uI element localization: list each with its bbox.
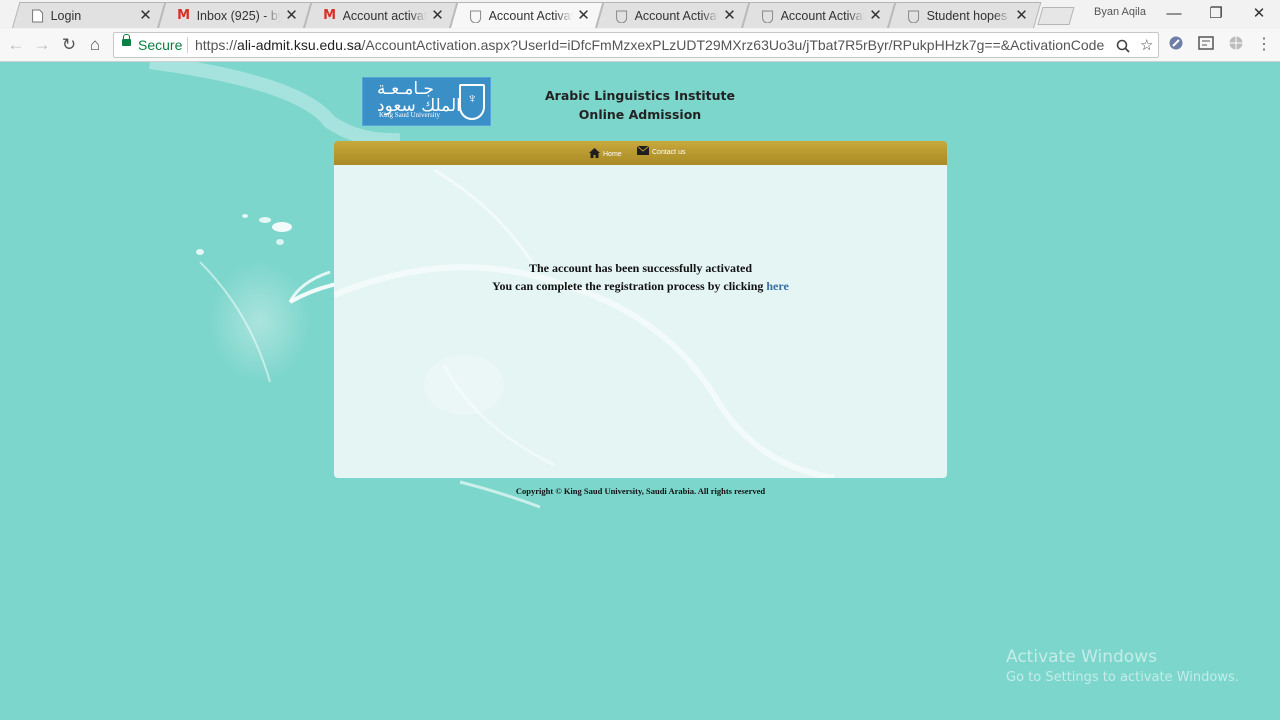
watermark-title: Activate Windows bbox=[1006, 647, 1157, 667]
tab-title: Account Activation bbox=[780, 8, 865, 23]
minimize-icon[interactable]: — bbox=[1164, 4, 1184, 24]
browser-tab-active[interactable]: Account Activation ✕ bbox=[450, 2, 604, 28]
watermark-subtitle: Go to Settings to activate Windows. bbox=[1006, 670, 1239, 685]
lock-icon bbox=[122, 34, 131, 46]
extension-icon[interactable] bbox=[1166, 35, 1186, 55]
close-icon[interactable]: ✕ bbox=[1015, 7, 1029, 24]
home-icon bbox=[589, 148, 600, 161]
success-text: The account has been successfully activa… bbox=[529, 261, 752, 275]
close-icon[interactable]: ✕ bbox=[869, 7, 883, 24]
browser-tab[interactable]: M Account activation ✕ bbox=[304, 2, 458, 28]
nav-home-label: Home bbox=[603, 151, 622, 158]
address-bar[interactable]: Secure https://ali-admit.ksu.edu.sa/Acco… bbox=[113, 32, 1159, 58]
url-scheme: https:// bbox=[195, 37, 238, 53]
nav-contact-label: Contact us bbox=[652, 148, 686, 156]
content-swirl bbox=[334, 168, 835, 478]
ksu-icon bbox=[615, 9, 629, 23]
logo-english-text: King Saud University bbox=[379, 111, 441, 119]
new-tab-button[interactable] bbox=[1037, 7, 1075, 25]
browser-tab[interactable]: Account Activation ✕ bbox=[596, 2, 750, 28]
ksu-emblem-icon: ♆ bbox=[459, 84, 485, 120]
divider bbox=[187, 37, 188, 53]
zoom-icon[interactable] bbox=[1116, 36, 1130, 57]
close-icon[interactable]: ✕ bbox=[139, 7, 153, 24]
logo-arabic-text: جـامـعـة الملك سعود bbox=[377, 81, 461, 115]
gmail-icon: M bbox=[177, 8, 191, 23]
tab-title: Inbox (925) - byan bbox=[196, 8, 281, 23]
tab-title: Account Activation bbox=[488, 8, 573, 23]
tab-title: Login bbox=[50, 8, 82, 23]
activation-message: The account has been successfully activa… bbox=[334, 259, 947, 295]
url-path: /AccountActivation.aspx?UserId=iDfcFmMzx… bbox=[361, 37, 1105, 53]
secure-label: Secure bbox=[138, 37, 183, 53]
back-icon[interactable]: ← bbox=[6, 35, 26, 55]
bookmark-star-icon[interactable]: ☆ bbox=[1140, 36, 1153, 54]
close-icon[interactable]: ✕ bbox=[285, 7, 299, 24]
registration-instruction: You can complete the registration proces… bbox=[334, 277, 947, 295]
restore-icon[interactable]: ❐ bbox=[1206, 4, 1226, 24]
page-icon bbox=[31, 9, 45, 23]
browser-toolbar: ← → ↻ ⌂ Secure https://ali-admit.ksu.edu… bbox=[0, 29, 1280, 62]
tab-title: Student hopes rep bbox=[926, 8, 1011, 23]
ksu-icon bbox=[469, 9, 483, 23]
ksu-logo[interactable]: جـامـعـة الملك سعود King Saud University… bbox=[362, 77, 491, 126]
close-icon[interactable]: ✕ bbox=[577, 7, 591, 24]
ksu-icon bbox=[907, 9, 921, 23]
forward-icon[interactable]: → bbox=[32, 35, 52, 55]
tab-title: Account activation bbox=[342, 8, 427, 23]
tab-title: Account Activation bbox=[634, 8, 719, 23]
web-page: جـامـعـة الملك سعود King Saud University… bbox=[0, 62, 1280, 720]
windows-activation-watermark: Activate Windows Go to Settings to activ… bbox=[1006, 647, 1239, 685]
top-nav: Home Contact us bbox=[334, 141, 947, 165]
institute-title: Arabic Linguistics Institute Online Admi… bbox=[540, 86, 740, 124]
browser-tab[interactable]: Account Activation ✕ bbox=[742, 2, 896, 28]
browser-tab-strip: Login ✕ M Inbox (925) - byan ✕ M Account… bbox=[0, 0, 1280, 29]
url-host: ali-admit.ksu.edu.sa bbox=[237, 37, 362, 53]
gmail-icon: M bbox=[323, 8, 337, 23]
close-window-icon[interactable]: ✕ bbox=[1249, 4, 1269, 24]
browser-tab[interactable]: Student hopes rep ✕ bbox=[888, 2, 1042, 28]
menu-icon[interactable]: ⋮ bbox=[1254, 35, 1274, 55]
copyright-footer: Copyright © King Saud University, Saudi … bbox=[515, 486, 766, 496]
ksu-icon bbox=[761, 9, 775, 23]
screenshot-extension-icon[interactable] bbox=[1196, 35, 1216, 55]
main-content-panel: The account has been successfully activa… bbox=[334, 165, 947, 478]
url-text[interactable]: https://ali-admit.ksu.edu.sa/AccountActi… bbox=[195, 37, 1105, 53]
close-icon[interactable]: ✕ bbox=[723, 7, 737, 24]
close-icon[interactable]: ✕ bbox=[431, 7, 445, 24]
registration-link[interactable]: here bbox=[766, 279, 788, 293]
browser-tab[interactable]: Login ✕ bbox=[12, 2, 166, 28]
reload-icon[interactable]: ↻ bbox=[59, 35, 79, 55]
instruction-text: You can complete the registration proces… bbox=[492, 279, 764, 293]
home-icon[interactable]: ⌂ bbox=[85, 35, 105, 55]
nav-contact-us[interactable]: Contact us bbox=[636, 145, 686, 158]
browser-tab[interactable]: M Inbox (925) - byan ✕ bbox=[158, 2, 312, 28]
institute-name: Arabic Linguistics Institute bbox=[544, 88, 736, 103]
profile-name[interactable]: Byan Aqila bbox=[1094, 6, 1146, 18]
portal-name: Online Admission bbox=[578, 107, 702, 122]
envelope-icon bbox=[636, 145, 650, 158]
globe-extension-icon[interactable] bbox=[1226, 35, 1246, 55]
nav-home[interactable]: Home bbox=[589, 148, 622, 161]
